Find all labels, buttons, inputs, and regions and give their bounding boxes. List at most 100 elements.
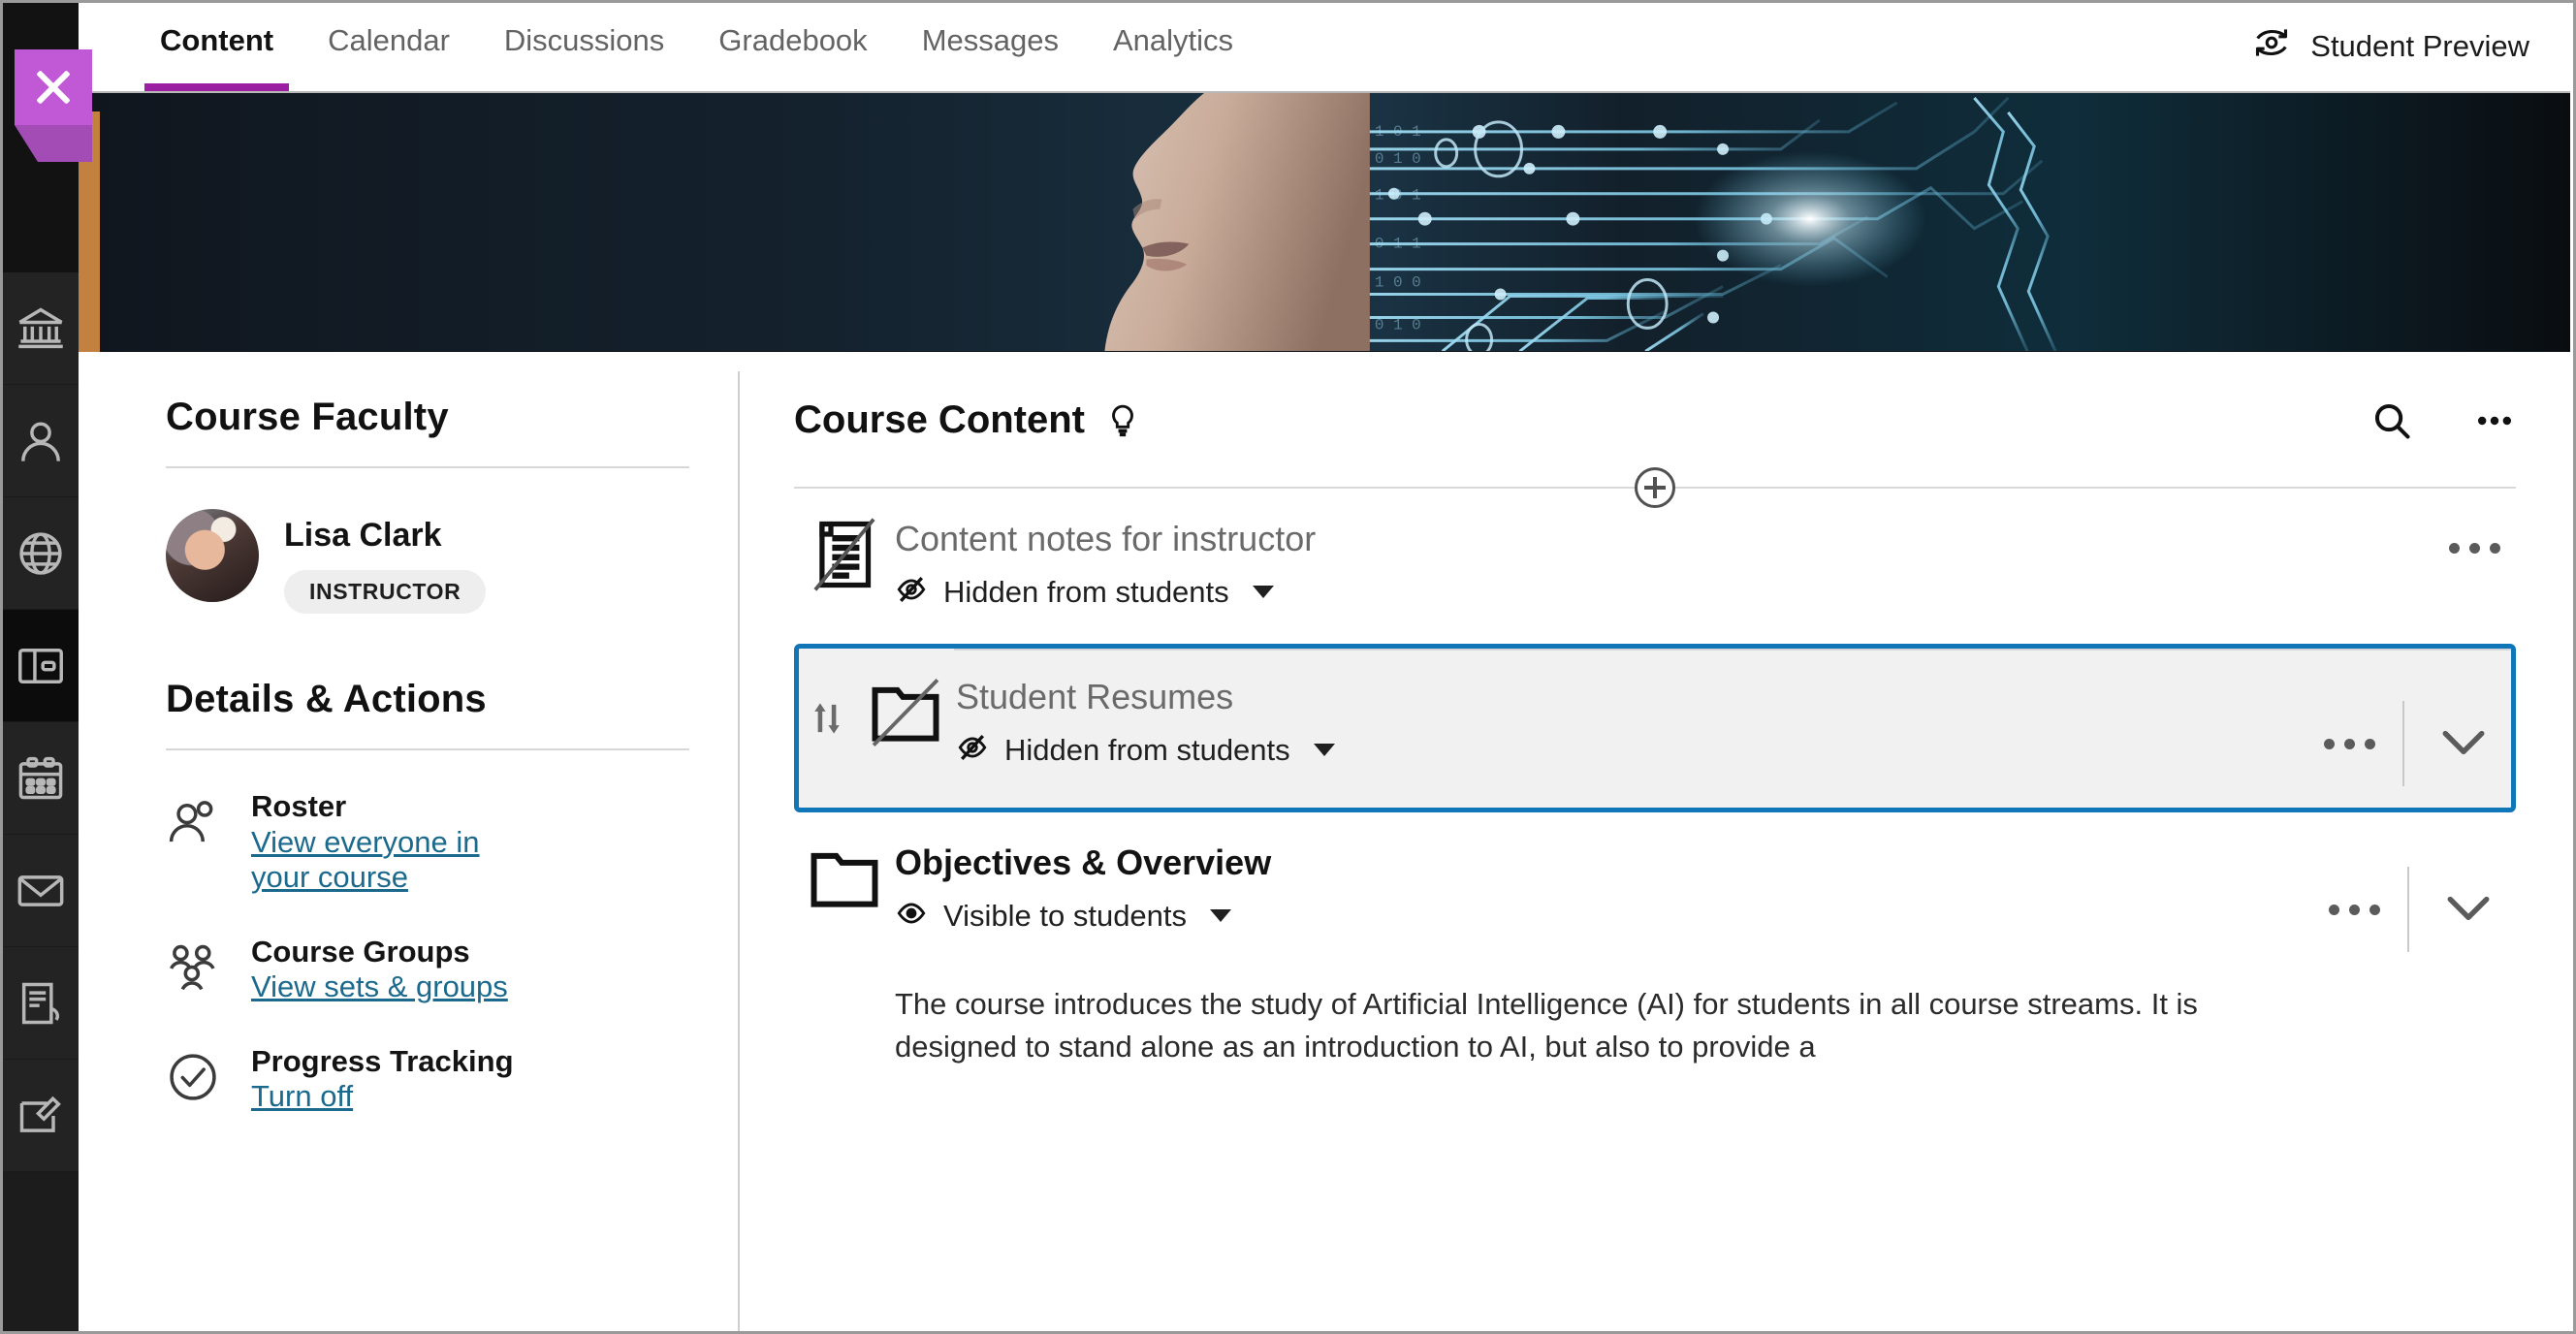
course-content-header: Course Content — [794, 398, 2516, 442]
content-item-body: Content notes for instructor Hidden from… — [895, 514, 2433, 611]
progress-tracking-link[interactable]: Turn off — [251, 1079, 514, 1115]
svg-text:1 0 0: 1 0 0 — [1375, 274, 1421, 292]
action-roster: Roster View everyone in your course — [166, 789, 693, 896]
roster-link[interactable]: View everyone in your course — [251, 825, 542, 896]
chevron-down-icon — [1252, 586, 1274, 599]
course-banner-image: 1 0 1 0 1 0 1 0 1 0 1 1 1 0 0 0 1 0 — [79, 93, 2570, 352]
rail-item-calendar[interactable] — [3, 722, 79, 835]
course-faculty-heading: Course Faculty — [166, 396, 449, 438]
chevron-down-icon — [1313, 744, 1335, 757]
profile-icon — [16, 416, 66, 466]
course-content-panel: Course Content Content notes for instruc… — [740, 352, 2570, 1328]
content-item-title: Content notes for instructor — [895, 519, 1317, 558]
faculty-member[interactable]: Lisa Clark INSTRUCTOR — [166, 509, 693, 614]
expand-collapse-icon[interactable] — [2421, 893, 2516, 926]
visibility-control[interactable]: Hidden from students — [956, 731, 2307, 769]
visibility-control[interactable]: Hidden from students — [895, 573, 2433, 611]
grades-icon — [16, 978, 66, 1029]
rail-item-globe[interactable] — [3, 497, 79, 610]
rail-item-institution[interactable] — [3, 272, 79, 385]
folder-hidden-icon — [855, 672, 956, 753]
course-nav-bar: Content Calendar Discussions Gradebook M… — [79, 6, 2570, 93]
visibility-label: Hidden from students — [1004, 732, 1290, 767]
visibility-label: Hidden from students — [943, 574, 1229, 609]
main-content-area: Course Faculty Lisa Clark INSTRUCTOR Det… — [79, 352, 2570, 1331]
content-header-actions — [2370, 399, 2516, 442]
institution-icon — [16, 303, 66, 354]
row-controls — [2433, 514, 2516, 554]
page-title: Course Content — [794, 398, 1085, 441]
control-divider — [2402, 701, 2404, 787]
instructor-avatar — [166, 509, 259, 602]
eye-hidden-icon — [956, 731, 989, 769]
lightbulb-icon[interactable] — [1104, 402, 1141, 439]
item-more-options-icon[interactable] — [2312, 904, 2396, 915]
faculty-divider — [166, 466, 689, 468]
reorder-icon[interactable] — [799, 672, 855, 738]
row-controls — [2312, 838, 2516, 953]
tab-content[interactable]: Content — [133, 6, 301, 91]
course-side-panel: Course Faculty Lisa Clark INSTRUCTOR Det… — [79, 352, 740, 1331]
action-progress-tracking: Progress Tracking Turn off — [166, 1044, 693, 1115]
action-course-groups: Course Groups View sets & groups — [166, 935, 693, 1005]
messages-icon — [16, 866, 66, 916]
course-groups-title: Course Groups — [251, 934, 470, 969]
student-preview-button[interactable]: Student Preview — [2250, 6, 2570, 72]
student-preview-label: Student Preview — [2310, 29, 2529, 63]
tab-gradebook[interactable]: Gradebook — [691, 6, 894, 91]
details-divider — [166, 748, 689, 750]
close-icon — [32, 66, 75, 109]
visibility-control[interactable]: Visible to students — [895, 897, 2312, 935]
eye-visible-icon — [895, 897, 928, 935]
details-actions-section: Details & Actions — [166, 678, 693, 750]
rail-item-messages[interactable] — [3, 835, 79, 947]
student-preview-icon — [2250, 21, 2293, 72]
rail-icon-list — [3, 272, 79, 1331]
svg-text:1 0 1: 1 0 1 — [1375, 123, 1421, 141]
progress-tracking-title: Progress Tracking — [251, 1043, 514, 1078]
row-controls — [2307, 672, 2511, 787]
tab-analytics[interactable]: Analytics — [1086, 6, 1260, 91]
chevron-down-icon — [1210, 909, 1232, 923]
content-item-title: Student Resumes — [956, 677, 1234, 717]
content-item-title: Objectives & Overview — [895, 842, 1272, 883]
content-item-body: Student Resumes Hidden from students — [956, 672, 2307, 769]
global-nav-rail — [3, 3, 79, 1331]
close-panel-button[interactable] — [15, 49, 92, 125]
tab-calendar[interactable]: Calendar — [301, 6, 477, 91]
svg-text:0 1 0: 0 1 0 — [1375, 150, 1421, 168]
courses-icon — [16, 641, 66, 691]
rail-item-grades[interactable] — [3, 947, 79, 1060]
tab-messages[interactable]: Messages — [895, 6, 1086, 91]
content-item-notes[interactable]: Content notes for instructor Hidden from… — [794, 489, 2516, 636]
visibility-label: Visible to students — [943, 898, 1188, 933]
calendar-icon — [16, 753, 66, 804]
content-item-body: Objectives & Overview Visible to student… — [895, 838, 2312, 935]
document-hidden-icon — [794, 514, 895, 595]
more-options-icon[interactable] — [2473, 399, 2516, 442]
tab-discussions[interactable]: Discussions — [477, 6, 691, 91]
faculty-name: Lisa Clark — [284, 517, 442, 554]
roster-title: Roster — [251, 789, 347, 823]
expand-collapse-icon[interactable] — [2416, 727, 2511, 760]
rail-item-tools[interactable] — [3, 1060, 79, 1172]
content-item-student-resumes[interactable]: Student Resumes Hidden from students — [799, 651, 2511, 808]
item-more-options-icon[interactable] — [2307, 738, 2391, 749]
folder-icon — [794, 838, 895, 919]
content-item-objectives[interactable]: Objectives & Overview Visible to student… — [794, 812, 2516, 977]
roster-icon — [166, 789, 226, 896]
tools-icon — [16, 1091, 66, 1141]
groups-icon — [166, 935, 226, 1005]
course-groups-link[interactable]: View sets & groups — [251, 969, 508, 1005]
content-item-description: The course introduces the study of Artif… — [895, 987, 2198, 1064]
item-more-options-icon[interactable] — [2433, 543, 2516, 554]
content-item-student-resumes-selected[interactable]: Student Resumes Hidden from students — [794, 644, 2516, 813]
rail-item-courses[interactable] — [3, 610, 79, 722]
faculty-role-badge: INSTRUCTOR — [284, 570, 487, 614]
globe-icon — [16, 528, 66, 579]
svg-text:1 0 1: 1 0 1 — [1375, 187, 1421, 205]
rail-item-profile[interactable] — [3, 385, 79, 497]
search-icon[interactable] — [2370, 399, 2413, 442]
control-divider — [2407, 867, 2409, 953]
svg-text:0 1 1: 0 1 1 — [1375, 236, 1421, 253]
